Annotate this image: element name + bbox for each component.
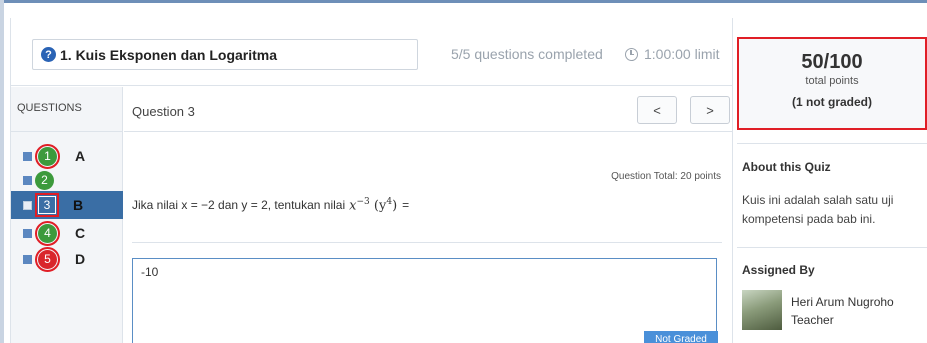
answer-field[interactable]: -10 (132, 258, 717, 343)
highlight-box: 3 (35, 193, 59, 217)
question-nav-item-4[interactable]: 4 C (11, 220, 123, 246)
divider (737, 143, 927, 144)
question-number-badge: 5 (38, 249, 57, 269)
score-value: 50/100 (801, 51, 863, 73)
question-number-badge: 2 (35, 170, 54, 190)
score-label: total points (805, 75, 859, 87)
annotation-letter: A (75, 148, 86, 164)
grading-status-badge: Not Graded (644, 331, 718, 343)
quiz-title: 1. Kuis Eksponen dan Logaritma (60, 46, 278, 63)
about-text: Kuis ini adalah salah satu uji kompetens… (742, 193, 894, 226)
teacher-avatar (742, 290, 782, 330)
question-title: Question 3 (132, 104, 195, 119)
highlight-circle: 1 (35, 143, 60, 169)
status-square-icon (23, 228, 32, 238)
highlight-circle: 5 (35, 246, 60, 272)
question-nav-item-2[interactable]: 2 (11, 168, 123, 192)
question-number-badge: 4 (38, 223, 57, 243)
question-header: Question 3 < > (124, 87, 733, 132)
status-square-icon (23, 254, 32, 264)
teacher-name[interactable]: Heri Arum Nugroho (791, 295, 894, 309)
progress-status: 5/5 questions completed (451, 46, 603, 62)
status-square-icon (23, 151, 32, 161)
time-limit-label: 1:00:00 limit (644, 46, 720, 62)
questions-heading: QUESTIONS (11, 87, 122, 132)
next-question-button[interactable]: > (690, 96, 730, 124)
right-panel: 50/100 total points (1 not graded) About… (734, 3, 927, 343)
quiz-title-box: ? 1. Kuis Eksponen dan Logaritma (32, 39, 418, 70)
assigned-heading: Assigned By (742, 263, 815, 277)
left-border (0, 0, 4, 343)
score-box: 50/100 total points (1 not graded) (737, 37, 927, 130)
quiz-header: ? 1. Kuis Eksponen dan Logaritma 5/5 que… (11, 18, 733, 86)
annotation-letter: D (75, 251, 86, 267)
clock-icon (625, 47, 638, 61)
question-number-badge: 1 (38, 146, 57, 166)
divider (737, 247, 927, 248)
not-graded-count: (1 not graded) (792, 95, 872, 109)
annotation-letter: B (73, 197, 84, 213)
question-nav-item-5[interactable]: 5 D (11, 246, 123, 272)
questions-sidebar: QUESTIONS 1 A 2 3 B 4 C 5 D (11, 87, 123, 343)
question-nav-item-3[interactable]: 3 B (11, 191, 123, 219)
highlight-circle: 4 (35, 220, 60, 246)
teacher-role: Teacher (791, 313, 834, 327)
question-total-points: Question Total: 20 points (611, 171, 721, 182)
divider (132, 242, 722, 243)
prev-question-button[interactable]: < (637, 96, 677, 124)
question-number-badge: 3 (38, 196, 56, 214)
question-content: Question 3 < > Question Total: 20 points… (124, 87, 733, 343)
question-text: Jika nilai x = −2 dan y = 2, tentukan ni… (132, 197, 409, 213)
math-equals: = (402, 198, 410, 213)
question-nav-item-1[interactable]: 1 A (11, 143, 123, 169)
status-square-icon (23, 175, 32, 185)
question-prompt: Jika nilai x = −2 dan y = 2, tentukan ni… (132, 198, 346, 213)
math-expression: x−3 (y4) (349, 197, 398, 214)
quiz-main: ? 1. Kuis Eksponen dan Logaritma 5/5 que… (10, 18, 733, 343)
annotation-letter: C (75, 225, 86, 241)
time-limit: 1:00:00 limit (625, 46, 719, 62)
question-mark-icon: ? (41, 47, 56, 62)
about-heading: About this Quiz (742, 160, 831, 174)
status-square-icon (23, 200, 32, 210)
